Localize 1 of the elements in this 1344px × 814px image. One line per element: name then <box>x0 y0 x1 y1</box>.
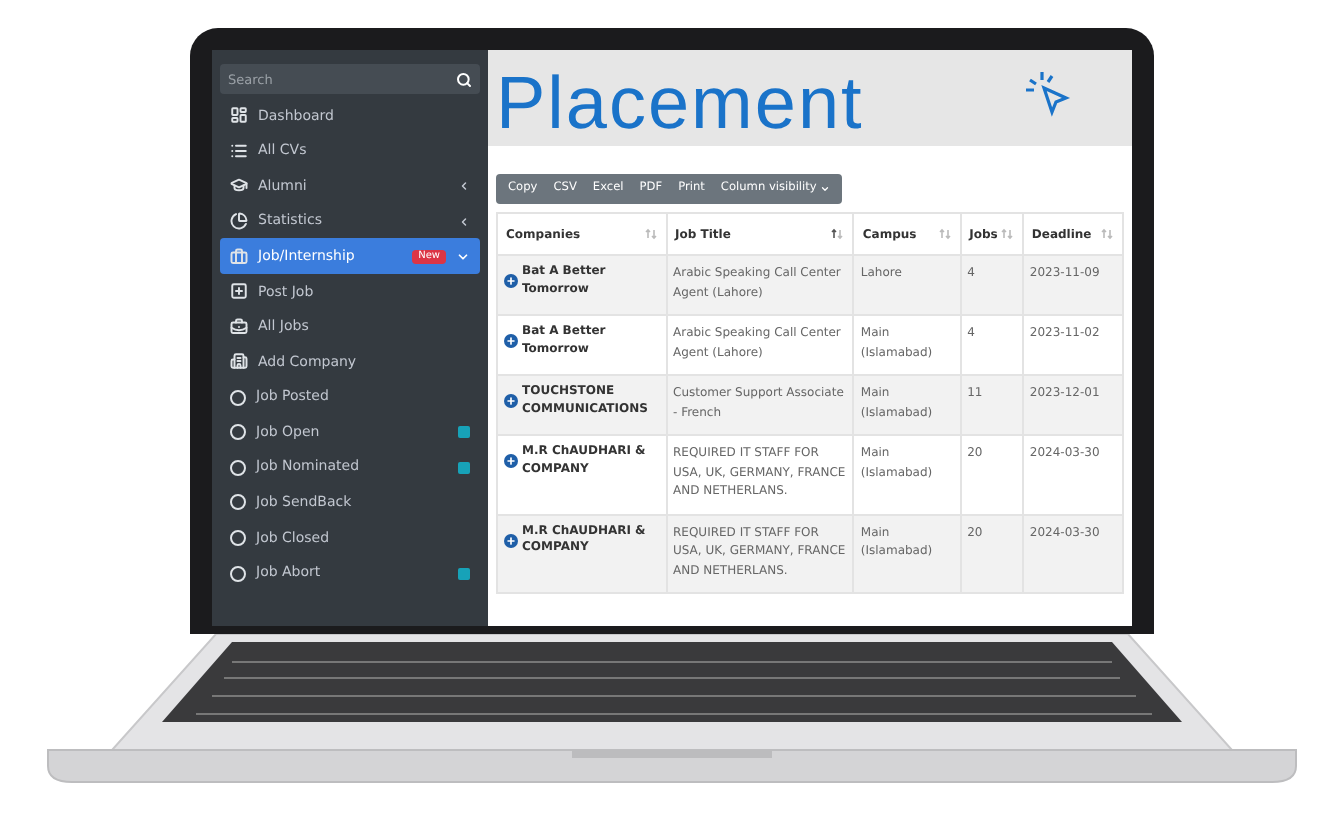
page-title: Placement <box>496 62 864 146</box>
